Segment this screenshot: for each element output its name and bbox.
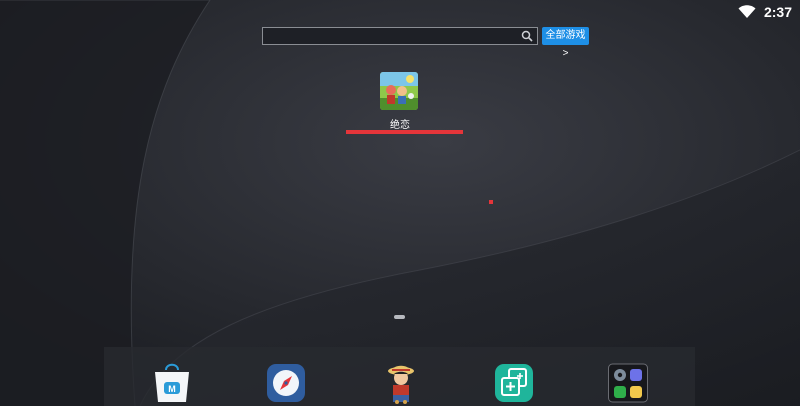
app-label: 绝恋 xyxy=(390,120,410,131)
download-progress-fill xyxy=(346,130,463,134)
clock: 2:37 xyxy=(763,4,792,20)
search-icon[interactable] xyxy=(521,30,533,42)
compass-icon[interactable] xyxy=(266,362,306,404)
multi-add-icon[interactable] xyxy=(494,362,534,404)
search-input[interactable] xyxy=(262,27,538,45)
download-progress-bar xyxy=(346,130,463,134)
wifi-icon xyxy=(738,5,756,18)
wallpaper xyxy=(0,0,800,406)
status-bar: 2:37 xyxy=(738,0,800,24)
market-bag-icon[interactable]: M xyxy=(152,362,192,404)
dock: M xyxy=(104,347,695,406)
notification-dot xyxy=(489,200,493,204)
folder-grid-icon[interactable] xyxy=(608,362,648,404)
all-games-button[interactable]: 全部游戏 > xyxy=(542,27,589,59)
page-indicator[interactable] xyxy=(394,315,405,319)
juelian-app-icon[interactable] xyxy=(380,72,418,110)
luffy-icon[interactable] xyxy=(381,362,421,404)
svg-text:M: M xyxy=(168,384,176,394)
